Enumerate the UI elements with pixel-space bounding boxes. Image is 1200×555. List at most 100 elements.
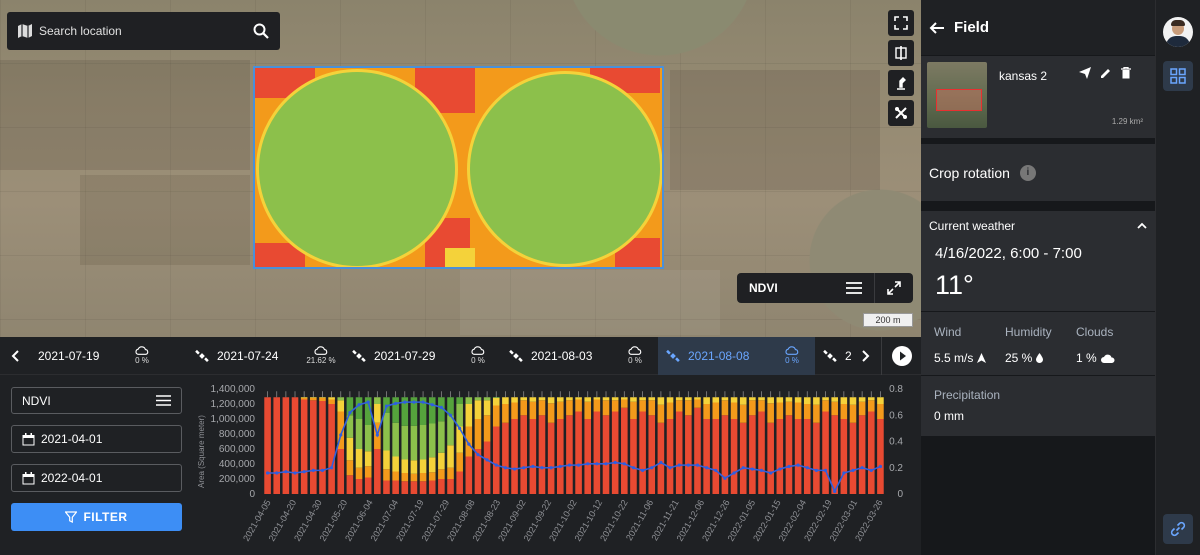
bar-segment-red[interactable]: [840, 419, 848, 494]
ndvi-mean-point[interactable]: [759, 468, 764, 472]
bar-segment-orange[interactable]: [328, 399, 335, 405]
bar-segment-lightgreen[interactable]: [456, 404, 463, 427]
bar-segment-yellow[interactable]: [538, 397, 546, 401]
bar-segment-orange[interactable]: [566, 400, 573, 416]
date-from-field[interactable]: 2021-04-01: [11, 425, 182, 453]
bar-segment-orange[interactable]: [474, 419, 482, 449]
bar-segment-lightgreen[interactable]: [364, 425, 372, 452]
bar-segment-orange[interactable]: [355, 467, 363, 479]
ndvi-mean-point[interactable]: [778, 467, 782, 471]
bar-segment-orange[interactable]: [428, 472, 436, 481]
bar-segment-red[interactable]: [648, 415, 656, 494]
bar-segment-yellow[interactable]: [767, 397, 774, 404]
bar-segment-red[interactable]: [602, 415, 610, 494]
dashboard-button[interactable]: [1163, 61, 1193, 91]
bar-segment-red[interactable]: [337, 449, 345, 494]
ndvi-mean-point[interactable]: [833, 489, 837, 493]
ndvi-mean-point[interactable]: [357, 403, 361, 407]
bar-segment-orange[interactable]: [621, 399, 628, 408]
bar-segment-yellow[interactable]: [776, 397, 784, 403]
bar-segment-yellow[interactable]: [730, 397, 738, 403]
ndvi-mean-point[interactable]: [860, 466, 864, 470]
ndvi-mean-point[interactable]: [503, 466, 507, 470]
bar-segment-lightgreen[interactable]: [474, 397, 482, 401]
timeline-prev-button[interactable]: [0, 349, 30, 362]
bar-segment-yellow[interactable]: [483, 400, 491, 416]
bar-segment-orange[interactable]: [447, 467, 454, 479]
bar-segment-yellow[interactable]: [621, 397, 628, 400]
bar-segment-lightgreen[interactable]: [374, 397, 381, 404]
bar-segment-red[interactable]: [428, 480, 436, 495]
bar-segment-yellow[interactable]: [502, 397, 509, 404]
ndvi-mean-point[interactable]: [458, 426, 462, 430]
bar-segment-orange[interactable]: [319, 398, 326, 401]
bar-segment-orange[interactable]: [831, 401, 838, 416]
bar-segment-yellow[interactable]: [675, 397, 683, 401]
edit-icon[interactable]: [1100, 67, 1112, 79]
bar-segment-orange[interactable]: [575, 399, 582, 412]
bar-segment-orange[interactable]: [694, 399, 701, 408]
bar-segment-red[interactable]: [785, 415, 793, 494]
ndvi-mean-point[interactable]: [348, 411, 352, 415]
bar-segment-yellow[interactable]: [447, 445, 454, 468]
chevron-up-icon[interactable]: [1137, 222, 1147, 229]
bar-segment-orange[interactable]: [364, 466, 372, 478]
ndvi-mean-point[interactable]: [284, 470, 288, 474]
bar-segment-lightgreen[interactable]: [465, 397, 473, 404]
bar-segment-orange[interactable]: [492, 405, 500, 427]
bar-segment-lightgreen[interactable]: [438, 421, 445, 453]
bar-segment-lightgreen[interactable]: [401, 425, 409, 460]
bar-segment-red[interactable]: [813, 422, 820, 494]
ndvi-mean-point[interactable]: [741, 466, 745, 470]
index-select[interactable]: NDVI: [11, 387, 182, 414]
bar-segment-red[interactable]: [374, 449, 381, 494]
ndvi-mean-point[interactable]: [769, 471, 773, 475]
bar-segment-red[interactable]: [355, 479, 363, 494]
bar-segment-red[interactable]: [502, 422, 509, 494]
bar-segment-orange[interactable]: [785, 401, 793, 416]
bar-segment-orange[interactable]: [383, 469, 390, 481]
bar-segment-red[interactable]: [282, 397, 290, 494]
bar-segment-red[interactable]: [593, 411, 601, 495]
ndvi-mean-point[interactable]: [558, 464, 562, 469]
bar-segment-yellow[interactable]: [721, 397, 729, 401]
bar-segment-yellow[interactable]: [831, 397, 838, 402]
bar-segment-yellow[interactable]: [529, 397, 537, 402]
bar-segment-orange[interactable]: [483, 415, 491, 442]
bar-segment-red[interactable]: [739, 422, 747, 494]
ndvi-mean-point[interactable]: [439, 405, 443, 409]
bar-segment-green[interactable]: [428, 397, 436, 424]
bar-segment-orange[interactable]: [648, 400, 656, 416]
info-icon[interactable]: i: [1019, 164, 1036, 181]
ndvi-mean-point[interactable]: [265, 471, 270, 475]
ndvi-mean-point[interactable]: [293, 471, 297, 475]
timeline-next-button[interactable]: [851, 349, 881, 362]
bar-segment-orange[interactable]: [392, 471, 399, 481]
bar-segment-orange[interactable]: [712, 402, 720, 420]
bar-segment-orange[interactable]: [401, 473, 409, 482]
satellite-map[interactable]: Search location NDVI 200 m: [0, 0, 921, 337]
bar-segment-red[interactable]: [520, 415, 527, 494]
ndvi-mean-point[interactable]: [311, 468, 315, 472]
bar-segment-orange[interactable]: [630, 401, 637, 419]
bar-segment-red[interactable]: [849, 422, 857, 494]
bar-segment-orange[interactable]: [520, 400, 527, 416]
bar-segment-red[interactable]: [529, 419, 537, 494]
ndvi-mean-point[interactable]: [275, 471, 279, 475]
bar-segment-yellow[interactable]: [758, 397, 765, 401]
bar-segment-yellow[interactable]: [813, 397, 820, 405]
bar-segment-orange[interactable]: [529, 401, 537, 419]
timeline-item[interactable]: 2021-07-29 0 %: [344, 337, 501, 375]
ndvi-mean-point[interactable]: [750, 467, 754, 471]
bar-segment-red[interactable]: [547, 422, 555, 494]
bar-segment-red[interactable]: [465, 456, 473, 495]
bar-segment-orange[interactable]: [813, 404, 820, 423]
bar-segment-yellow[interactable]: [657, 397, 665, 405]
layer-selector[interactable]: NDVI: [737, 273, 913, 303]
timeline-item[interactable]: 2021-07-19 0 %: [30, 337, 187, 375]
tools-button[interactable]: [888, 100, 914, 126]
bar-segment-red[interactable]: [556, 419, 564, 494]
bar-segment-orange[interactable]: [511, 402, 518, 420]
ndvi-mean-point[interactable]: [604, 462, 608, 466]
ndvi-mean-point[interactable]: [366, 400, 370, 404]
